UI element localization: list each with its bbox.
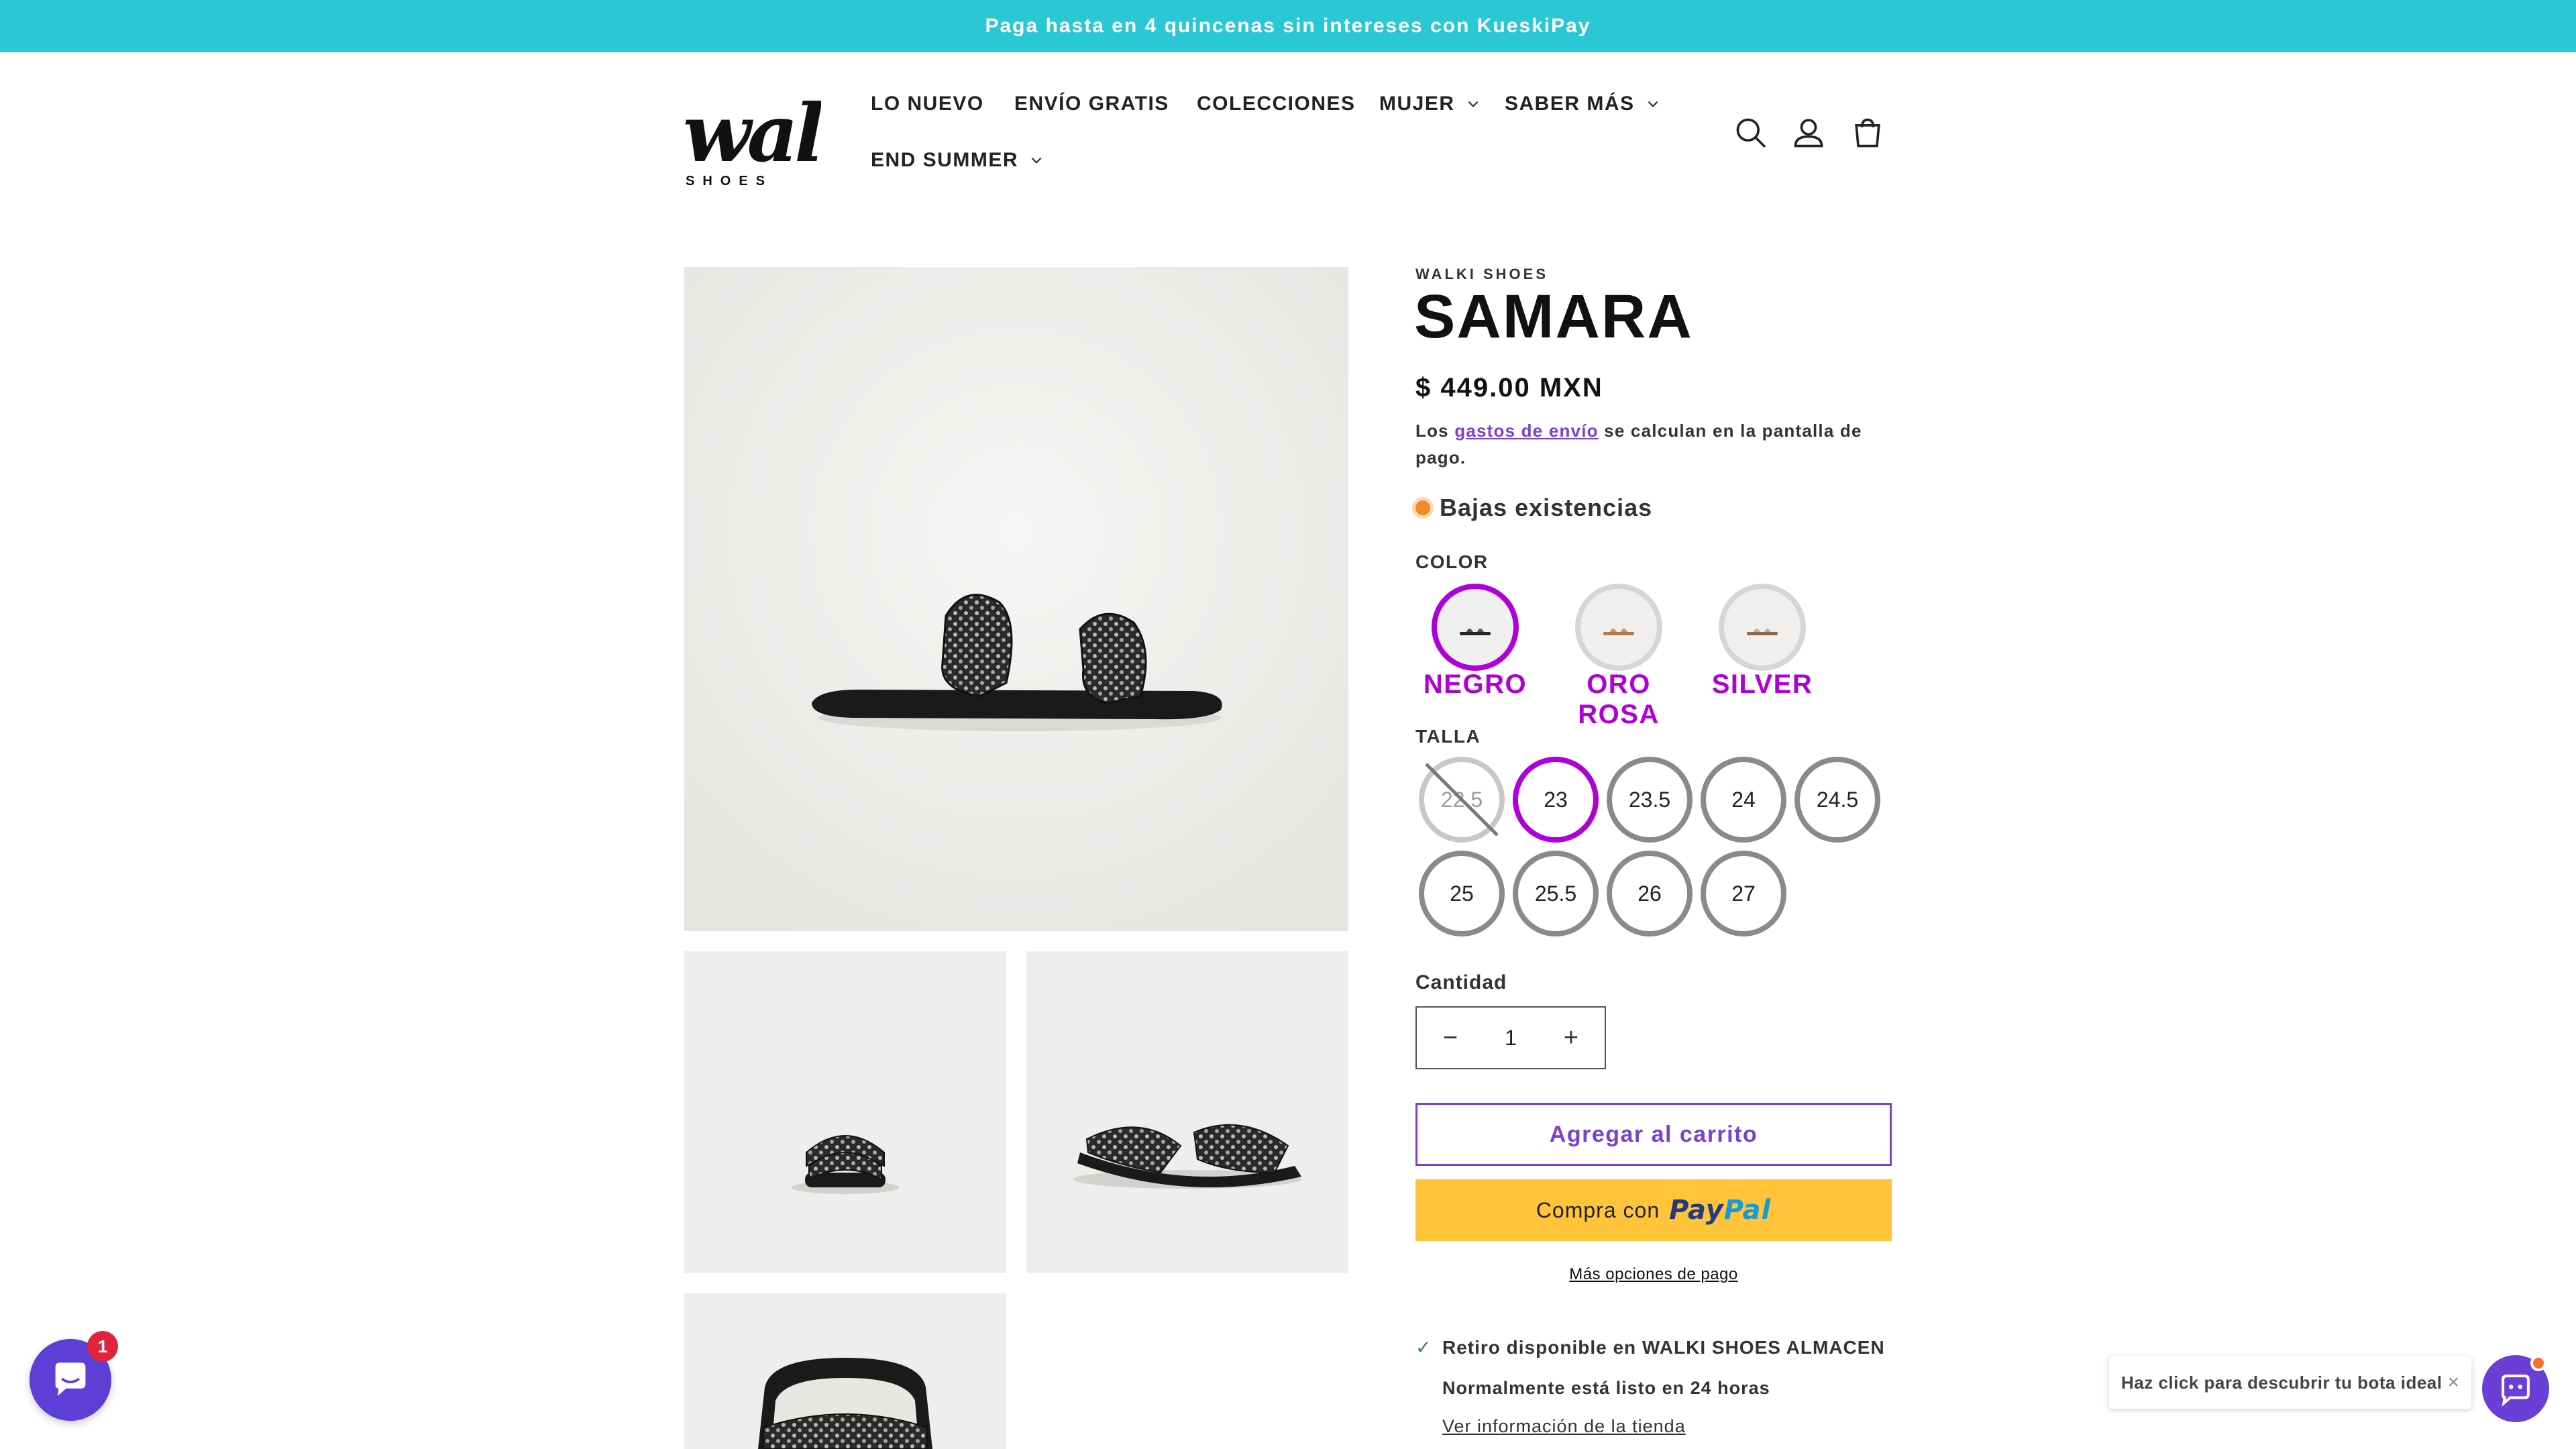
add-to-cart-button[interactable]: Agregar al carrito — [1415, 1103, 1892, 1166]
stock-text: Bajas existencias — [1440, 494, 1653, 521]
product-vendor: WALKI SHOES — [1415, 266, 1549, 282]
nav-label: LO NUEVO — [871, 93, 984, 115]
paypal-logo-part: Pay — [1669, 1195, 1724, 1226]
nav-label: MUJER — [1379, 93, 1455, 115]
search-icon[interactable] — [1732, 114, 1770, 152]
quantity-stepper: − 1 + — [1415, 1006, 1606, 1069]
size-option-26[interactable]: 26 — [1607, 851, 1693, 936]
close-icon[interactable]: × — [2447, 1371, 2459, 1394]
pickup-text: Retiro disponible en WALKI SHOES ALMACEN — [1442, 1335, 1885, 1360]
color-name-negro: NEGRO — [1423, 669, 1527, 699]
chevron-down-icon — [1468, 101, 1478, 107]
color-name-oro-rosa: ORO ROSA — [1578, 669, 1660, 729]
product-price: $ 449.00 MXN — [1415, 373, 1603, 402]
paypal-logo-part: Pal — [1723, 1195, 1772, 1226]
pickup-store-name: WALKI SHOES ALMACEN — [1642, 1337, 1885, 1358]
nav-colecciones[interactable]: COLECCIONES — [1197, 93, 1356, 115]
size-option-24[interactable]: 24 — [1701, 757, 1786, 843]
product-thumbnail-3[interactable] — [684, 1293, 1006, 1449]
chat-bot-icon — [2502, 1375, 2530, 1407]
account-icon[interactable] — [1790, 114, 1827, 152]
size-value: 22.5 — [1440, 787, 1483, 812]
nav-mujer[interactable]: MUJER — [1379, 93, 1481, 115]
color-label: COLOR — [1415, 551, 1489, 572]
nav-label: SABER MÁS — [1505, 93, 1635, 115]
size-value: 24.5 — [1816, 787, 1859, 812]
size-option-23[interactable]: 23 — [1513, 757, 1599, 843]
stock-status: Bajas existencias — [1415, 494, 1652, 522]
sandal-side-image — [684, 267, 1348, 931]
size-value: 25.5 — [1534, 881, 1577, 906]
quantity-decrease-button[interactable]: − — [1437, 1024, 1464, 1053]
quantity-input[interactable]: 1 — [1505, 1026, 1517, 1051]
pickup-availability: ✓ Retiro disponible en WALKI SHOES ALMAC… — [1415, 1335, 1898, 1437]
announcement-bar[interactable]: Paga hasta en 4 quincenas sin intereses … — [0, 0, 2576, 52]
low-stock-dot-icon — [1415, 500, 1430, 515]
size-value: 26 — [1638, 881, 1662, 906]
product-main-image[interactable] — [684, 267, 1348, 931]
size-option-22-5[interactable]: 22.5 — [1419, 757, 1505, 843]
nav-end-summer[interactable]: END SUMMER — [871, 149, 1044, 172]
size-value: 24 — [1731, 787, 1756, 812]
quiz-prompt-bubble[interactable]: Haz click para descubrir tu bota ideal × — [2109, 1356, 2471, 1409]
nav-label: ENVÍO GRATIS — [1014, 93, 1169, 115]
shipping-note: Los gastos de envío se calculan en la pa… — [1415, 417, 1898, 471]
sandal-angle-image — [1026, 951, 1348, 1273]
size-option-25[interactable]: 25 — [1419, 851, 1505, 936]
chevron-down-icon — [1648, 101, 1658, 107]
paypal-prefix: Compra con — [1536, 1197, 1660, 1222]
shipping-policy-link[interactable]: gastos de envío — [1454, 421, 1599, 441]
size-value: 23.5 — [1628, 787, 1671, 812]
sandal-top-image — [684, 1293, 1006, 1449]
quantity-increase-button[interactable]: + — [1558, 1024, 1585, 1053]
product-thumbnail-1[interactable] — [684, 951, 1006, 1273]
nav-envio-gratis[interactable]: ENVÍO GRATIS — [1014, 93, 1169, 115]
color-swatch-oro-rosa[interactable] — [1575, 584, 1662, 671]
nav-label: COLECCIONES — [1197, 93, 1356, 115]
nav-saber-mas[interactable]: SABER MÁS — [1505, 93, 1660, 115]
nav-lo-nuevo[interactable]: LO NUEVO — [871, 93, 984, 115]
black-sandal-swatch — [1460, 629, 1491, 635]
store-info-link[interactable]: Ver información de la tienda — [1442, 1416, 1898, 1437]
pickup-ready-time: Normalmente está listo en 24 horas — [1442, 1378, 1770, 1398]
quiz-notification-dot — [2530, 1355, 2546, 1371]
chat-bubble-icon — [55, 1362, 86, 1396]
chat-notification-badge: 1 — [87, 1331, 118, 1362]
quiz-prompt-text: Haz click para descubrir tu bota ideal — [2121, 1372, 2443, 1393]
product-title: SAMARA — [1414, 282, 1693, 351]
check-icon: ✓ — [1415, 1337, 1432, 1358]
size-value: 27 — [1731, 881, 1756, 906]
size-value: 25 — [1450, 881, 1474, 906]
size-label: TALLA — [1415, 726, 1481, 747]
cart-icon[interactable] — [1849, 114, 1886, 152]
shipping-note-text: Los — [1415, 421, 1455, 441]
size-option-25-5[interactable]: 25.5 — [1513, 851, 1599, 936]
size-option-24-5[interactable]: 24.5 — [1794, 757, 1880, 843]
size-value: 23 — [1544, 787, 1568, 812]
announcement-text: Paga hasta en 4 quincenas sin intereses … — [985, 15, 1591, 37]
sandal-front-image — [684, 951, 1006, 1273]
paypal-button[interactable]: Compra con PayPal — [1415, 1179, 1892, 1241]
chevron-down-icon — [1031, 157, 1042, 164]
size-option-23-5[interactable]: 23.5 — [1607, 757, 1693, 843]
size-option-27[interactable]: 27 — [1701, 851, 1786, 936]
product-thumbnail-2[interactable] — [1026, 951, 1348, 1273]
logo-text: walki — [683, 87, 821, 180]
quantity-label: Cantidad — [1415, 971, 1507, 994]
rose-gold-sandal-swatch — [1603, 629, 1634, 635]
nav-label: END SUMMER — [871, 149, 1019, 171]
more-payment-options-link[interactable]: Más opciones de pago — [1415, 1265, 1892, 1284]
logo-sub: SHOES — [686, 174, 773, 189]
silver-sandal-swatch — [1747, 629, 1778, 635]
pickup-text-pre: Retiro disponible en — [1442, 1337, 1642, 1358]
walki-logo[interactable]: walki SHOES — [683, 75, 821, 189]
color-swatch-negro[interactable] — [1432, 584, 1519, 671]
color-swatch-silver[interactable] — [1719, 584, 1806, 671]
paypal-logo: PayPal — [1669, 1195, 1771, 1226]
color-name-silver: SILVER — [1711, 669, 1813, 699]
